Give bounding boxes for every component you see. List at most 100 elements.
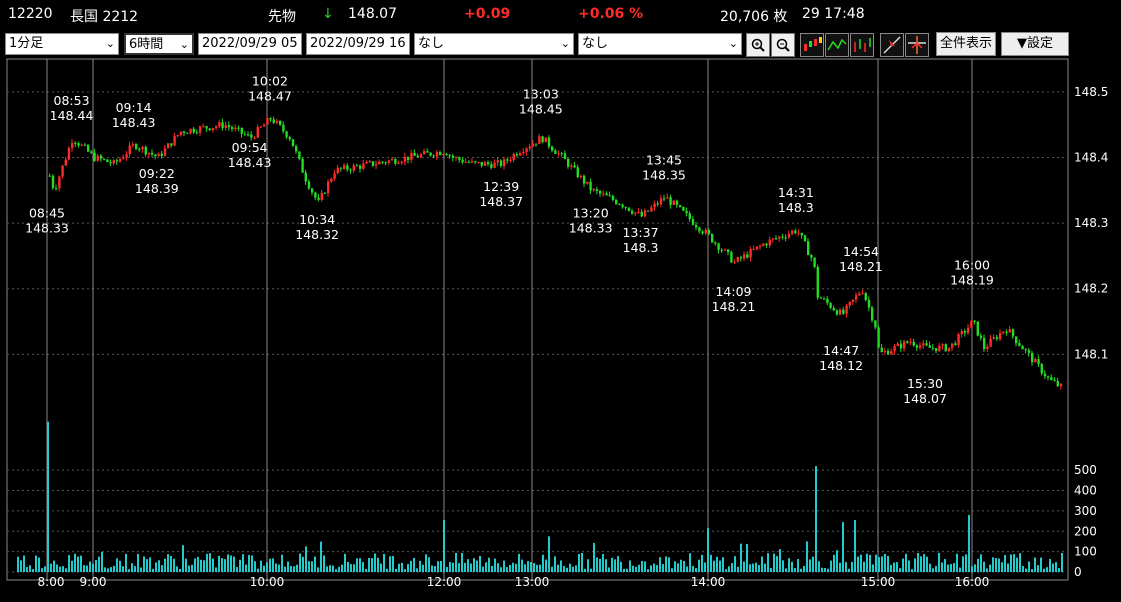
volume-bar bbox=[1025, 568, 1027, 572]
volume-bar bbox=[938, 552, 940, 572]
x-tick-label: 13:00 bbox=[515, 575, 550, 589]
volume-bar bbox=[635, 566, 637, 572]
candle-body bbox=[122, 157, 125, 159]
candle-body bbox=[458, 157, 461, 160]
candle-body bbox=[499, 160, 503, 167]
candle-body bbox=[112, 160, 115, 164]
candle-body bbox=[346, 165, 349, 170]
candle-body bbox=[205, 126, 208, 129]
candle-body bbox=[592, 189, 595, 191]
annotation-price: 148.3 bbox=[623, 240, 659, 255]
annotation-time: 14:09 bbox=[715, 284, 751, 299]
volume-bar bbox=[977, 558, 979, 572]
volume-bar bbox=[404, 569, 406, 572]
candle-body bbox=[307, 181, 311, 189]
volume-bar bbox=[413, 557, 415, 572]
candle-body bbox=[650, 207, 653, 212]
volume-bar bbox=[503, 560, 505, 572]
candle-body bbox=[576, 167, 579, 178]
candle-body bbox=[848, 301, 851, 306]
candle-body bbox=[989, 338, 992, 347]
candle-body bbox=[541, 136, 544, 143]
candle-body bbox=[787, 233, 791, 238]
candle-body bbox=[983, 338, 986, 349]
candle-body bbox=[643, 210, 647, 217]
volume-bar bbox=[794, 568, 796, 572]
volume-bar bbox=[458, 563, 460, 572]
candle-body bbox=[416, 155, 419, 158]
volume-bar bbox=[812, 556, 814, 572]
candle-body bbox=[141, 146, 144, 150]
volume-bar bbox=[383, 553, 385, 572]
volume-bar bbox=[242, 554, 244, 572]
candle-body bbox=[970, 320, 973, 328]
candle-body bbox=[579, 175, 583, 178]
x-tick-label: 12:00 bbox=[427, 575, 462, 589]
volume-bar bbox=[377, 557, 379, 572]
candle-body bbox=[951, 343, 954, 348]
volume-bar bbox=[152, 568, 154, 572]
volume-bar bbox=[368, 557, 370, 572]
volume-bar bbox=[782, 560, 784, 572]
volume-bar bbox=[770, 567, 772, 572]
candle-body bbox=[298, 151, 301, 159]
candle-body bbox=[282, 124, 285, 132]
volume-bar bbox=[788, 558, 790, 572]
volume-bar bbox=[428, 557, 430, 572]
volume-bar bbox=[191, 564, 193, 572]
candle-body bbox=[381, 161, 384, 163]
candle-body bbox=[202, 126, 205, 128]
candle-body bbox=[371, 161, 375, 166]
candle-body bbox=[688, 213, 691, 220]
volume-bar bbox=[890, 564, 892, 572]
candle-body bbox=[832, 307, 835, 311]
candle-body bbox=[99, 155, 103, 159]
volume-bar bbox=[230, 555, 232, 572]
candle-body bbox=[666, 197, 669, 199]
volume-bar bbox=[1028, 561, 1030, 572]
volume-bar bbox=[911, 569, 913, 572]
candle-body bbox=[877, 327, 880, 348]
candle-body bbox=[538, 136, 541, 144]
volume-bar bbox=[875, 554, 877, 572]
annotation-time: 16:00 bbox=[954, 257, 990, 272]
candle-body bbox=[1031, 352, 1034, 363]
candle-body bbox=[595, 189, 599, 191]
annotation-time: 09:14 bbox=[116, 100, 152, 115]
candle-body bbox=[691, 219, 695, 225]
volume-bar bbox=[638, 564, 640, 572]
candle-body bbox=[74, 142, 77, 144]
volume-bar bbox=[539, 564, 541, 572]
volume-bar bbox=[836, 550, 838, 572]
price-chart[interactable]: 148.1 148.2 148.3 148.4 148.5 0 100 200 300 400 50… bbox=[0, 0, 1121, 602]
x-tick-label: 14:00 bbox=[691, 575, 726, 589]
volume-bar bbox=[605, 559, 607, 572]
candle-body bbox=[64, 159, 67, 166]
candle-body bbox=[931, 347, 935, 349]
volume-bar bbox=[425, 554, 427, 572]
candle-body bbox=[83, 144, 87, 146]
candle-body bbox=[279, 120, 282, 125]
volume-bar bbox=[1058, 567, 1060, 572]
volume-bar bbox=[128, 569, 130, 572]
candle-body bbox=[775, 238, 778, 240]
volume-bar bbox=[590, 568, 592, 572]
candle-body bbox=[659, 198, 663, 205]
candle-body bbox=[960, 331, 963, 335]
volume-bar bbox=[677, 563, 679, 572]
volume-bar bbox=[1001, 562, 1003, 572]
annotation-time: 13:37 bbox=[623, 225, 659, 240]
volume-bar bbox=[851, 561, 853, 572]
volume-bar bbox=[335, 569, 337, 572]
candle-body bbox=[183, 131, 186, 133]
candle-body bbox=[269, 118, 272, 120]
volume-bar bbox=[317, 567, 319, 572]
volume-bar bbox=[446, 567, 448, 572]
volume-bar bbox=[560, 560, 562, 572]
candle-body bbox=[672, 200, 675, 205]
candle-body bbox=[842, 309, 845, 314]
volume-bar bbox=[587, 559, 589, 572]
volume-bar bbox=[986, 568, 988, 572]
volume-bar bbox=[236, 567, 238, 572]
candle-body bbox=[400, 161, 403, 164]
